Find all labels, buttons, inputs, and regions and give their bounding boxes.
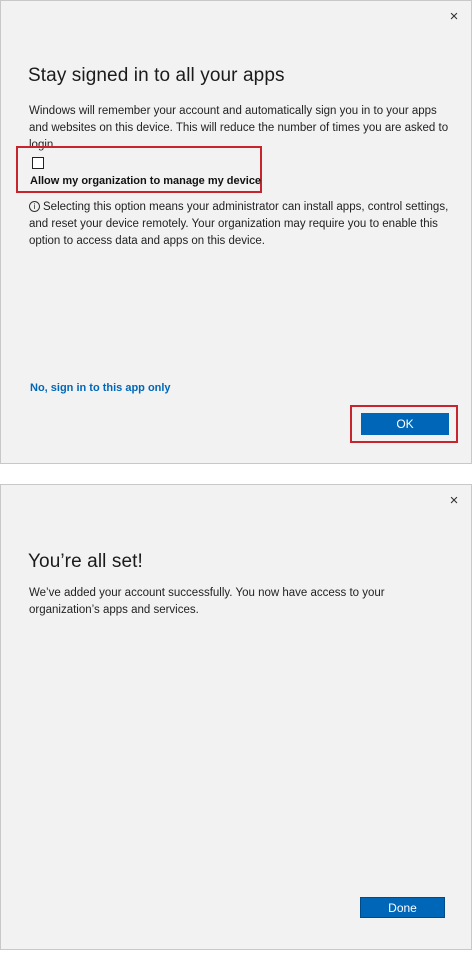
close-icon[interactable]: × bbox=[443, 489, 465, 511]
stay-signed-in-dialog: × Stay signed in to all your apps Window… bbox=[0, 0, 472, 464]
manage-device-checkbox-label[interactable]: Allow my organization to manage my devic… bbox=[30, 175, 261, 187]
dialog-title: You’re all set! bbox=[28, 551, 143, 572]
dialog-title: Stay signed in to all your apps bbox=[28, 65, 285, 86]
all-set-dialog: × You’re all set! We’ve added your accou… bbox=[0, 484, 472, 950]
info-message: i Selecting this option means your admini… bbox=[29, 199, 449, 250]
info-text: Selecting this option means your adminis… bbox=[29, 201, 449, 247]
done-button[interactable]: Done bbox=[360, 897, 445, 918]
sign-in-app-only-link[interactable]: No, sign in to this app only bbox=[30, 382, 171, 394]
info-icon: i bbox=[29, 201, 40, 212]
dialog-description: We’ve added your account successfully. Y… bbox=[29, 587, 385, 616]
ok-button[interactable]: OK bbox=[361, 413, 449, 435]
close-icon[interactable]: × bbox=[443, 5, 465, 27]
manage-device-checkbox[interactable] bbox=[32, 157, 44, 169]
